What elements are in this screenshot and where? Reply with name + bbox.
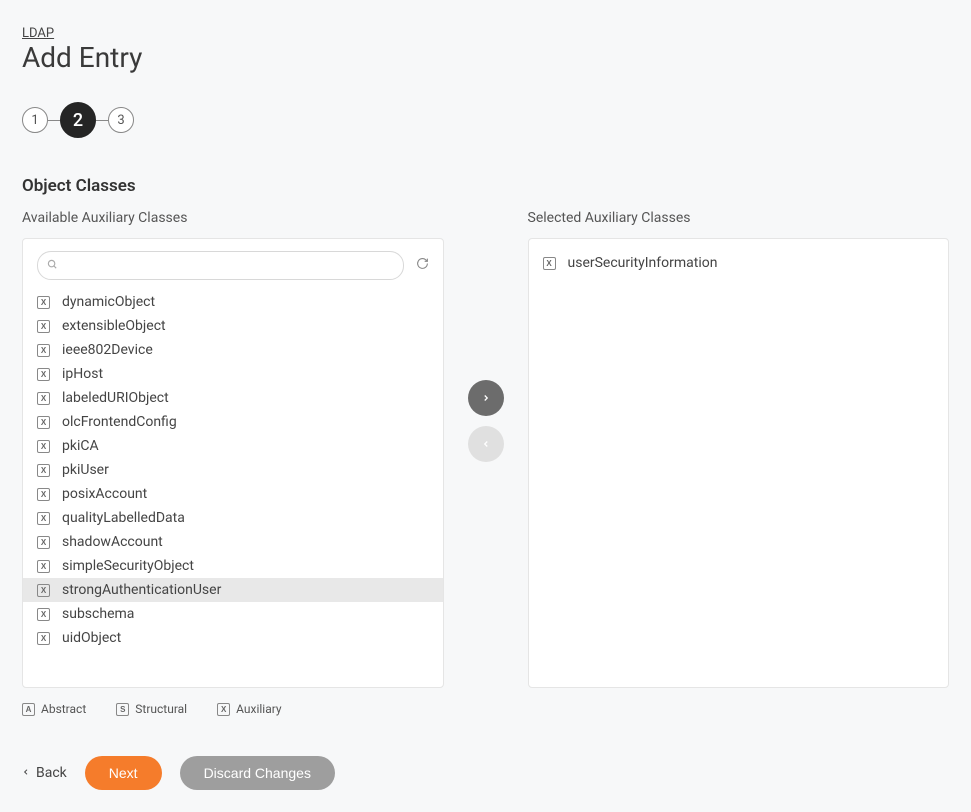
- type-badge-icon: X: [37, 608, 50, 621]
- available-class-item[interactable]: XextensibleObject: [23, 314, 443, 338]
- type-badge-icon: X: [217, 703, 230, 716]
- search-row: [23, 239, 443, 290]
- available-class-item[interactable]: XpkiCA: [23, 434, 443, 458]
- type-badge-icon: X: [37, 536, 50, 549]
- step-2[interactable]: 2: [60, 102, 96, 138]
- class-item-label: qualityLabelledData: [62, 510, 185, 526]
- step-3[interactable]: 3: [108, 107, 134, 133]
- legend-item: X Auxiliary: [217, 702, 281, 716]
- available-class-item[interactable]: XsimpleSecurityObject: [23, 554, 443, 578]
- class-item-label: extensibleObject: [62, 318, 166, 334]
- available-list-box: XdynamicObjectXextensibleObjectXieee802D…: [22, 238, 444, 688]
- step-connector: [48, 120, 60, 121]
- class-item-label: simpleSecurityObject: [62, 558, 194, 574]
- page-title: Add Entry: [22, 41, 949, 74]
- class-item-label: subschema: [62, 606, 134, 622]
- available-column: Available Auxiliary Classes XdynamicObje…: [22, 210, 444, 688]
- type-badge-icon: X: [37, 512, 50, 525]
- class-item-label: ieee802Device: [62, 342, 153, 358]
- available-class-item[interactable]: XpkiUser: [23, 458, 443, 482]
- available-class-item[interactable]: XposixAccount: [23, 482, 443, 506]
- class-item-label: ipHost: [62, 366, 103, 382]
- class-item-label: shadowAccount: [62, 534, 163, 550]
- chevron-right-icon: [481, 391, 491, 406]
- available-class-item[interactable]: XshadowAccount: [23, 530, 443, 554]
- search-icon: [47, 259, 58, 273]
- discard-button[interactable]: Discard Changes: [180, 756, 335, 790]
- chevron-left-icon: [481, 437, 491, 452]
- type-badge-icon: X: [37, 296, 50, 309]
- available-class-item[interactable]: Xsubschema: [23, 602, 443, 626]
- type-badge-icon: X: [37, 368, 50, 381]
- type-badge-icon: X: [37, 464, 50, 477]
- type-badge-icon: X: [37, 440, 50, 453]
- available-class-item[interactable]: XlabeledURIObject: [23, 386, 443, 410]
- class-item-label: uidObject: [62, 630, 121, 646]
- type-badge-icon: X: [37, 632, 50, 645]
- type-badge-icon: X: [37, 344, 50, 357]
- class-item-label: posixAccount: [62, 486, 147, 502]
- available-class-item[interactable]: XolcFrontendConfig: [23, 410, 443, 434]
- class-item-label: dynamicObject: [62, 294, 155, 310]
- type-badge-icon: X: [37, 392, 50, 405]
- available-class-item[interactable]: XqualityLabelledData: [23, 506, 443, 530]
- available-label: Available Auxiliary Classes: [22, 210, 444, 226]
- footer-actions: Back Next Discard Changes: [22, 756, 949, 790]
- class-item-label: labeledURIObject: [62, 390, 169, 406]
- selected-label: Selected Auxiliary Classes: [528, 210, 950, 226]
- selected-list-box: XuserSecurityInformation: [528, 238, 950, 688]
- step-1[interactable]: 1: [22, 107, 48, 133]
- back-label: Back: [36, 765, 67, 781]
- refresh-icon[interactable]: [416, 257, 429, 274]
- move-left-button: [468, 426, 504, 462]
- class-item-label: olcFrontendConfig: [62, 414, 177, 430]
- legend-item: S Structural: [116, 702, 187, 716]
- legend-label: Structural: [135, 702, 187, 716]
- legend: A Abstract S Structural X Auxiliary: [22, 702, 949, 716]
- class-item-label: strongAuthenticationUser: [62, 582, 221, 598]
- legend-label: Auxiliary: [236, 702, 281, 716]
- dual-list-container: Available Auxiliary Classes XdynamicObje…: [22, 210, 949, 688]
- type-badge-icon: X: [543, 257, 556, 270]
- back-button[interactable]: Back: [22, 765, 67, 781]
- available-class-item[interactable]: XdynamicObject: [23, 290, 443, 314]
- class-item-label: userSecurityInformation: [568, 255, 718, 271]
- available-class-item[interactable]: XipHost: [23, 362, 443, 386]
- section-title-object-classes: Object Classes: [22, 176, 949, 196]
- search-input[interactable]: [37, 251, 404, 280]
- chevron-left-icon: [22, 765, 30, 781]
- class-item-label: pkiUser: [62, 462, 109, 478]
- next-button[interactable]: Next: [85, 756, 162, 790]
- available-class-item[interactable]: XuidObject: [23, 626, 443, 650]
- stepper: 1 2 3: [22, 102, 949, 138]
- type-badge-icon: A: [22, 703, 35, 716]
- step-connector: [96, 120, 108, 121]
- legend-label: Abstract: [41, 702, 86, 716]
- type-badge-icon: X: [37, 320, 50, 333]
- type-badge-icon: X: [37, 416, 50, 429]
- type-badge-icon: S: [116, 703, 129, 716]
- available-class-list: XdynamicObjectXextensibleObjectXieee802D…: [23, 290, 443, 687]
- breadcrumb-ldap[interactable]: LDAP: [22, 26, 54, 41]
- legend-item: A Abstract: [22, 702, 86, 716]
- selected-column: Selected Auxiliary Classes XuserSecurity…: [528, 210, 950, 688]
- type-badge-icon: X: [37, 584, 50, 597]
- available-class-item[interactable]: XstrongAuthenticationUser: [23, 578, 443, 602]
- type-badge-icon: X: [37, 560, 50, 573]
- available-class-item[interactable]: Xieee802Device: [23, 338, 443, 362]
- selected-class-item[interactable]: XuserSecurityInformation: [543, 253, 935, 273]
- move-right-button[interactable]: [468, 380, 504, 416]
- transfer-buttons: [468, 210, 504, 462]
- class-item-label: pkiCA: [62, 438, 99, 454]
- type-badge-icon: X: [37, 488, 50, 501]
